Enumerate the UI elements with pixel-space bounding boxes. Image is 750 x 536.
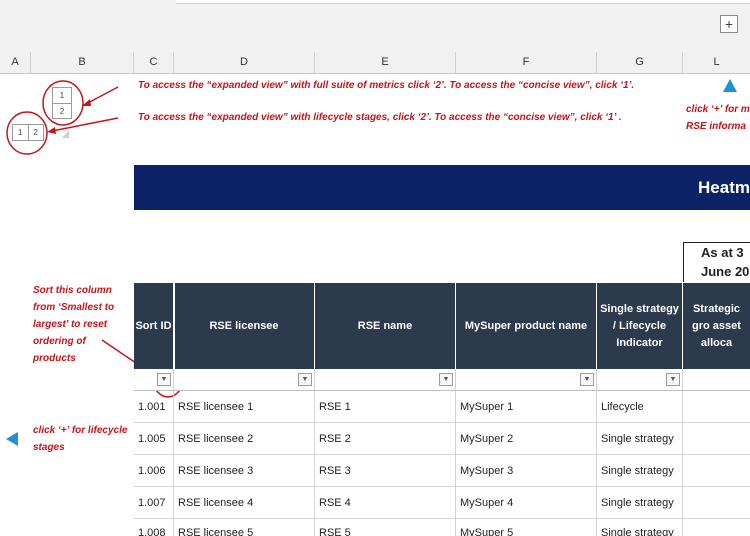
cell-rse-licensee[interactable]: RSE licensee 5 (174, 519, 315, 536)
filter-cell-strategic-allocation (683, 369, 750, 391)
cell-mysuper-product[interactable]: MySuper 1 (456, 391, 597, 423)
cell-mysuper-product[interactable]: MySuper 4 (456, 487, 597, 519)
heatmap-banner: Heatm (134, 165, 750, 210)
header-strategy-indicator: Single strategy / Lifecycle Indicator (597, 283, 683, 369)
filter-cell-rse-name: ▼ (315, 369, 456, 391)
cell-strategic-allocation[interactable] (683, 487, 750, 519)
filter-dropdown-strategy-indicator[interactable]: ▼ (666, 373, 680, 386)
annotation-arrowhead-lifecycle (47, 127, 56, 134)
expand-up-arrow-icon[interactable] (723, 79, 737, 92)
cell-strategy-indicator[interactable]: Single strategy (597, 455, 683, 487)
cell-strategy-indicator[interactable]: Single strategy (597, 519, 683, 536)
cell-mysuper-product[interactable]: MySuper 5 (456, 519, 597, 536)
cell-mysuper-product[interactable]: MySuper 2 (456, 423, 597, 455)
header-strategic-asset-allocation: Strategic gro asset alloca (683, 283, 750, 369)
header-rse-name: RSE name (315, 283, 456, 369)
cell-rse-licensee[interactable]: RSE licensee 2 (174, 423, 315, 455)
cell-rse-licensee[interactable]: RSE licensee 4 (174, 487, 315, 519)
as-at-line-2: June 20 (701, 264, 750, 279)
note-right-line2: RSE informa (686, 121, 747, 132)
note-expanded-lifecycle: To access the “expanded view” with lifec… (138, 112, 622, 123)
cell-rse-licensee[interactable]: RSE licensee 3 (174, 455, 315, 487)
expand-left-arrow-icon[interactable] (6, 432, 18, 446)
cell-sort-id[interactable]: 1.007 (134, 487, 174, 519)
note-sort-column: Sort this column from ‘Smallest to large… (33, 285, 115, 364)
cell-rse-name[interactable]: RSE 4 (315, 487, 456, 519)
cell-sort-id[interactable]: 1.006 (134, 455, 174, 487)
annotation-circle-horizontal-outline (6, 111, 48, 155)
cell-rse-name[interactable]: RSE 3 (315, 455, 456, 487)
cell-rse-name[interactable]: RSE 1 (315, 391, 456, 423)
cell-rse-name[interactable]: RSE 5 (315, 519, 456, 536)
filter-dropdown-rse-name[interactable]: ▼ (439, 373, 453, 386)
note-lifecycle-stages: click ‘+’ for lifecycle stages (33, 425, 128, 453)
cell-strategic-allocation[interactable] (683, 455, 750, 487)
cell-strategic-allocation[interactable] (683, 423, 750, 455)
cell-rse-licensee[interactable]: RSE licensee 1 (174, 391, 315, 423)
cell-strategy-indicator[interactable]: Lifecycle (597, 391, 683, 423)
filter-dropdown-mysuper-product[interactable]: ▼ (580, 373, 594, 386)
header-rse-licensee: RSE licensee (174, 283, 315, 369)
filter-cell-sort-id: ▼ (134, 369, 174, 391)
banner-title: Heatm (698, 178, 750, 197)
cell-rse-name[interactable]: RSE 2 (315, 423, 456, 455)
header-sort-id: Sort ID (134, 283, 174, 369)
filter-cell-strategy-indicator: ▼ (597, 369, 683, 391)
header-mysuper-product: MySuper product name (456, 283, 597, 369)
annotation-arrow-metrics (85, 86, 119, 105)
cell-strategic-allocation[interactable] (683, 519, 750, 536)
as-at-date-box: As at 3 June 20 (683, 242, 750, 282)
note-expanded-metrics: To access the “expanded view” with full … (138, 80, 635, 91)
cell-sort-id[interactable]: 1.008 (134, 519, 174, 536)
filter-cell-rse-licensee: ▼ (174, 369, 315, 391)
cell-strategic-allocation[interactable] (683, 391, 750, 423)
cell-sort-id[interactable]: 1.005 (134, 423, 174, 455)
cell-mysuper-product[interactable]: MySuper 3 (456, 455, 597, 487)
filter-cell-mysuper-product: ▼ (456, 369, 597, 391)
annotation-circle-vertical-outline (42, 80, 84, 126)
as-at-line-1: As at 3 (701, 245, 744, 260)
cell-sort-id[interactable]: 1.001 (134, 391, 174, 423)
cell-strategy-indicator[interactable]: Single strategy (597, 423, 683, 455)
filter-dropdown-sort-id[interactable]: ▼ (157, 373, 171, 386)
note-right-line1: click ‘+’ for m (686, 104, 750, 115)
frozen-pane-divider (173, 283, 175, 369)
cell-strategy-indicator[interactable]: Single strategy (597, 487, 683, 519)
filter-dropdown-rse-licensee[interactable]: ▼ (298, 373, 312, 386)
